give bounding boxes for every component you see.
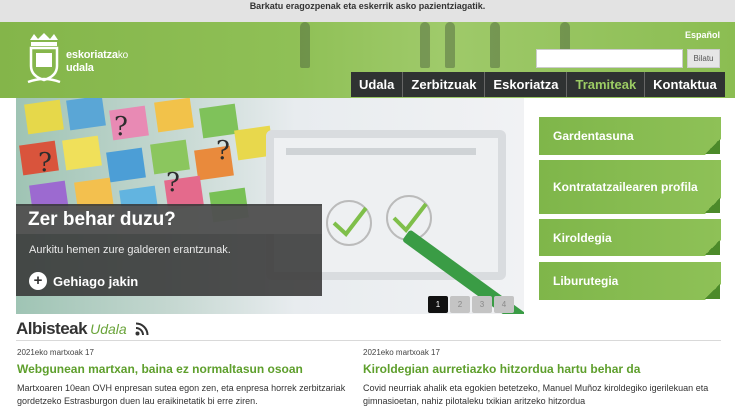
nav-item-eskoriatza[interactable]: Eskoriatza: [485, 72, 568, 97]
pager-button-3[interactable]: 3: [472, 296, 492, 313]
header-photo-figure: [445, 22, 455, 68]
hero-text: Aurkitu hemen zure galderen erantzunak.: [29, 244, 231, 256]
article-date: 2021eko martxoak 17: [363, 348, 440, 357]
question-mark-icon: ?: [38, 148, 52, 178]
brand-logo[interactable]: eskoriatzako udala: [66, 49, 128, 74]
article-headline-link[interactable]: Kiroldegian aurretiazko hitzordua hartu …: [363, 362, 721, 376]
sticky-note: [24, 99, 64, 135]
nav-item-zerbitzuak[interactable]: Zerbitzuak: [403, 72, 486, 97]
header-photo-figure: [420, 22, 430, 68]
hero-more-link[interactable]: + Gehiago jakin: [29, 272, 138, 290]
nav-item-udala[interactable]: Udala: [351, 72, 404, 97]
sticky-note: [62, 135, 102, 171]
question-mark-icon: ?: [166, 168, 180, 198]
pager-button-1[interactable]: 1: [428, 296, 448, 313]
hero-title: Zer behar duzu?: [16, 206, 322, 234]
search-input[interactable]: [536, 49, 683, 68]
site-header: eskoriatzako udala Español Bilatu Udala …: [0, 22, 735, 98]
nav-item-tramiteak[interactable]: Tramiteak: [567, 72, 646, 97]
hero-more-label: Gehiago jakin: [53, 273, 139, 289]
question-mark-icon: ?: [114, 112, 128, 142]
notice-banner: Barkatu eragozpenak eta eskerrik asko pa…: [0, 0, 735, 22]
rss-icon[interactable]: [135, 322, 149, 336]
side-item-label: Kontratatzailearen profila: [553, 179, 698, 194]
news-title: Albisteak: [16, 319, 88, 338]
sticky-note: [106, 147, 146, 183]
sticky-note: [154, 98, 194, 133]
brand-name: eskoriatza: [66, 49, 118, 61]
news-article: 2021eko martxoak 17 Webgunean martxan, b…: [17, 348, 352, 408]
sticky-note: [199, 103, 239, 139]
hero-slider[interactable]: ? ? ? ? Zer behar duzu? Aurkitu hemen zu…: [16, 98, 524, 314]
pager-button-4[interactable]: 4: [494, 296, 514, 313]
nav-item-kontaktua[interactable]: Kontaktua: [645, 72, 725, 97]
article-summary: Martxoaren 10ean OVH enpresan sutea egon…: [17, 383, 346, 406]
page-fold-shade: [705, 240, 720, 255]
language-switch[interactable]: Español: [685, 30, 720, 40]
side-item-kontratatzailearen-profila[interactable]: Kontratatzailearen profila: [539, 160, 721, 214]
news-divider: [16, 340, 721, 341]
header-photo-figure: [300, 22, 310, 68]
brand-suffix: ko: [117, 50, 128, 61]
pager-button-2[interactable]: 2: [450, 296, 470, 313]
news-article: 2021eko martxoak 17 Kiroldegian aurretia…: [363, 348, 721, 408]
search-button[interactable]: Bilatu: [687, 49, 720, 68]
slider-pager: 1 2 3 4: [428, 296, 516, 313]
page-fold-shade: [705, 198, 720, 213]
page-fold-shade: [705, 139, 720, 154]
side-item-label: Liburutegia: [553, 274, 619, 288]
coat-of-arms-icon[interactable]: [26, 32, 62, 84]
article-headline-link[interactable]: Webgunean martxan, baina ez normaltasun …: [17, 362, 352, 376]
article-summary: Covid neurriak ahalik eta egokien betetz…: [363, 383, 709, 406]
sticky-note: [66, 98, 106, 131]
side-item-label: Gardentasuna: [553, 129, 634, 143]
header-photo-figure: [490, 22, 500, 68]
side-item-label: Kiroldegia: [553, 230, 612, 245]
plus-circle-icon: +: [29, 272, 47, 290]
brand-line2: udala: [66, 62, 94, 74]
article-date: 2021eko martxoak 17: [17, 348, 94, 357]
illustration-screen-bar: [286, 148, 476, 155]
checkmarks-icon: [326, 195, 432, 246]
page-fold-shade: [705, 284, 720, 299]
main-nav: Udala Zerbitzuak Eskoriatza Tramiteak Ko…: [351, 72, 725, 97]
news-section-header: Albisteak Udala: [16, 318, 149, 340]
question-mark-icon: ?: [216, 136, 230, 166]
news-subtitle: Udala: [90, 321, 127, 337]
side-item-liburutegia[interactable]: Liburutegia: [539, 262, 721, 300]
side-item-kiroldegia[interactable]: Kiroldegia: [539, 219, 721, 256]
side-item-gardentasuna[interactable]: Gardentasuna: [539, 117, 721, 155]
